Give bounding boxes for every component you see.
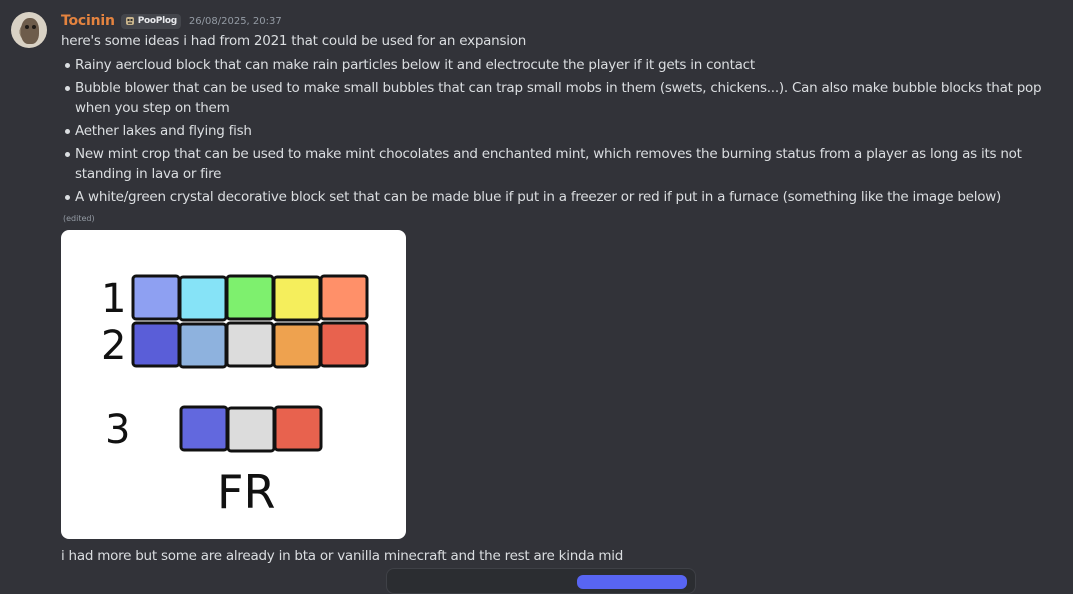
color-block: [178, 322, 228, 369]
chat-message: Tocinin PooPlog 26/08/2025, 20:37 here's…: [0, 0, 1073, 594]
color-block: [225, 274, 275, 321]
color-block: [179, 405, 229, 452]
list-item: Aether lakes and flying fish: [65, 121, 1051, 141]
username[interactable]: Tocinin: [61, 13, 115, 29]
message-composer[interactable]: [386, 568, 696, 594]
message-header: Tocinin PooPlog 26/08/2025, 20:37: [61, 12, 282, 30]
list-item: A white/green crystal decorative block s…: [65, 187, 1051, 207]
color-block: [319, 274, 369, 321]
message-timestamp[interactable]: 26/08/2025, 20:37: [189, 16, 282, 27]
list-item: Bubble blower that can be used to make s…: [65, 78, 1051, 118]
avatar-face: [21, 18, 39, 44]
row-label: 1: [101, 276, 126, 322]
guild-tag-icon: [125, 17, 134, 25]
color-block: [225, 321, 275, 368]
list-item: Rainy aercloud block that can make rain …: [65, 55, 1051, 75]
color-block: [178, 275, 228, 322]
color-block: [131, 321, 181, 368]
message-content: here's some ideas i had from 2021 that c…: [61, 31, 1051, 210]
row-label: 2: [101, 323, 126, 369]
guild-tag-label: PooPlog: [137, 16, 177, 26]
image-attachment[interactable]: 1 2 3 FR: [61, 230, 406, 539]
guild-tag[interactable]: PooPlog: [120, 13, 181, 29]
color-block: [273, 405, 323, 452]
composer-button[interactable]: [577, 575, 687, 589]
avatar-eye-left: [25, 25, 29, 29]
sketch-caption: FR: [217, 465, 275, 519]
color-block: [131, 274, 181, 321]
avatar-eye-right: [32, 25, 36, 29]
edited-marker: (edited): [63, 214, 95, 223]
user-avatar[interactable]: [11, 12, 47, 48]
color-block: [226, 406, 276, 453]
message-intro: here's some ideas i had from 2021 that c…: [61, 33, 527, 49]
color-block: [272, 275, 322, 322]
row-label: 3: [105, 407, 130, 453]
followup-message: i had more but some are already in bta o…: [61, 548, 624, 564]
ideas-list: Rainy aercloud block that can make rain …: [61, 55, 1051, 207]
list-item: New mint crop that can be used to make m…: [65, 144, 1051, 184]
color-block: [319, 321, 369, 368]
block-color-sketch: 12 3 FR: [101, 274, 369, 519]
color-block: [272, 322, 322, 369]
